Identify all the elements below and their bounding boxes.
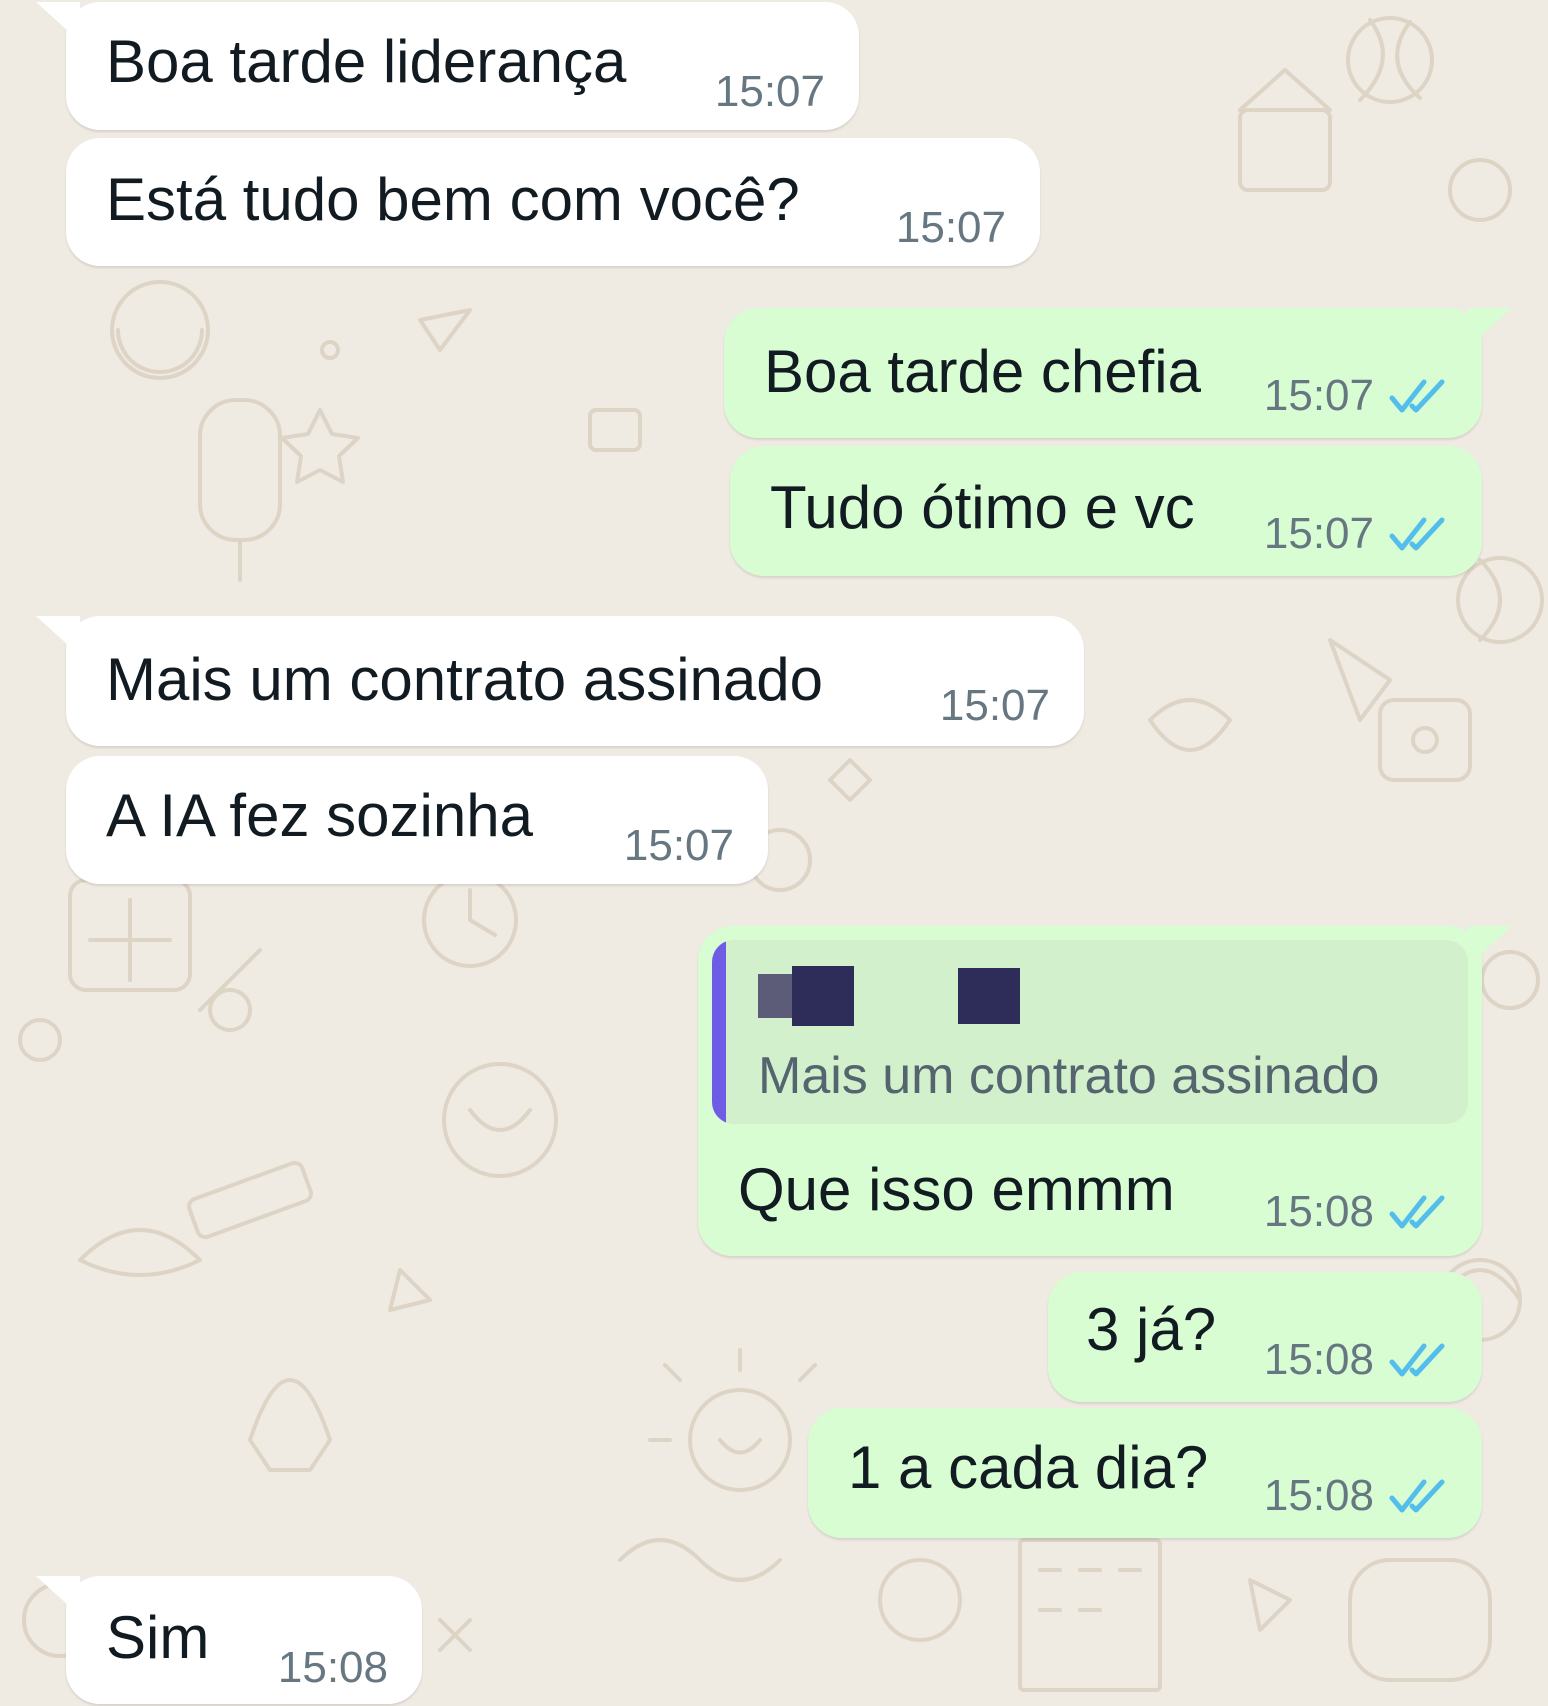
double-check-icon — [1389, 1479, 1445, 1513]
message-text: Tudo ótimo e vc — [770, 474, 1195, 541]
message-time: 15:08 — [1263, 1335, 1374, 1384]
message-bubble-outgoing[interactable]: Mais um contrato assinado Que isso emmm … — [698, 926, 1512, 1256]
message-text: Que isso emmm — [738, 1156, 1175, 1223]
message-bubble-outgoing[interactable]: 3 já? 15:08 — [1048, 1272, 1482, 1402]
message-bubble-incoming[interactable]: Sim 15:08 — [36, 1576, 422, 1704]
bubble-tail — [1468, 308, 1512, 348]
message-text: 3 já? — [1086, 1296, 1217, 1363]
message-bubble-incoming[interactable]: Mais um contrato assinado 15:07 — [36, 616, 1084, 746]
message-text: Mais um contrato assinado — [106, 646, 824, 713]
message-meta: 15:07 — [624, 824, 734, 868]
message-meta: 15:07 — [940, 684, 1050, 728]
quote-text: Mais um contrato assinado — [758, 1047, 1380, 1105]
bubble-tail — [36, 2, 80, 42]
double-check-icon — [1389, 1343, 1445, 1377]
message-bubble-outgoing[interactable]: Tudo ótimo e vc 15:07 — [730, 446, 1482, 576]
double-check-icon — [1389, 379, 1445, 413]
message-meta: 15:08 — [278, 1646, 388, 1690]
message-time: 15:08 — [1263, 1187, 1374, 1236]
message-meta: 15:08 — [1264, 1474, 1450, 1518]
message-meta: 15:08 — [1264, 1190, 1450, 1234]
message-time: 15:08 — [277, 1643, 388, 1692]
message-bubble-outgoing[interactable]: 1 a cada dia? 15:08 — [808, 1408, 1482, 1538]
message-bubble-outgoing[interactable]: Boa tarde chefia 15:07 — [724, 308, 1512, 438]
bubble-tail — [36, 1576, 80, 1616]
quote-author-redacted — [758, 966, 1020, 1026]
message-time: 15:07 — [939, 681, 1050, 730]
message-text: Boa tarde chefia — [764, 338, 1201, 405]
bubble-tail — [36, 616, 80, 656]
message-text: Sim — [106, 1604, 210, 1671]
message-time: 15:08 — [1263, 1471, 1374, 1520]
message-text: A IA fez sozinha — [106, 782, 533, 849]
message-time: 15:07 — [1263, 371, 1374, 420]
message-meta: 15:07 — [896, 206, 1006, 250]
message-text: Boa tarde liderança — [106, 28, 627, 95]
message-time: 15:07 — [1263, 509, 1374, 558]
message-bubble-incoming[interactable]: Está tudo bem com você? 15:07 — [66, 138, 1040, 266]
message-text: 1 a cada dia? — [848, 1434, 1209, 1501]
quote-bar — [712, 940, 726, 1124]
message-meta: 15:07 — [1264, 512, 1450, 556]
message-bubble-incoming[interactable]: Boa tarde liderança 15:07 — [36, 2, 859, 130]
bubble-tail — [1468, 926, 1512, 966]
double-check-icon — [1389, 517, 1445, 551]
message-text: Está tudo bem com você? — [106, 166, 800, 233]
message-bubble-incoming[interactable]: A IA fez sozinha 15:07 — [66, 756, 768, 884]
message-time: 15:07 — [623, 821, 734, 870]
message-time: 15:07 — [895, 203, 1006, 252]
message-time: 15:07 — [714, 67, 825, 116]
message-meta: 15:07 — [715, 70, 825, 114]
message-meta: 15:07 — [1264, 374, 1450, 418]
quoted-message[interactable]: Mais um contrato assinado — [712, 940, 1468, 1124]
message-meta: 15:08 — [1264, 1338, 1450, 1382]
double-check-icon — [1389, 1195, 1445, 1229]
